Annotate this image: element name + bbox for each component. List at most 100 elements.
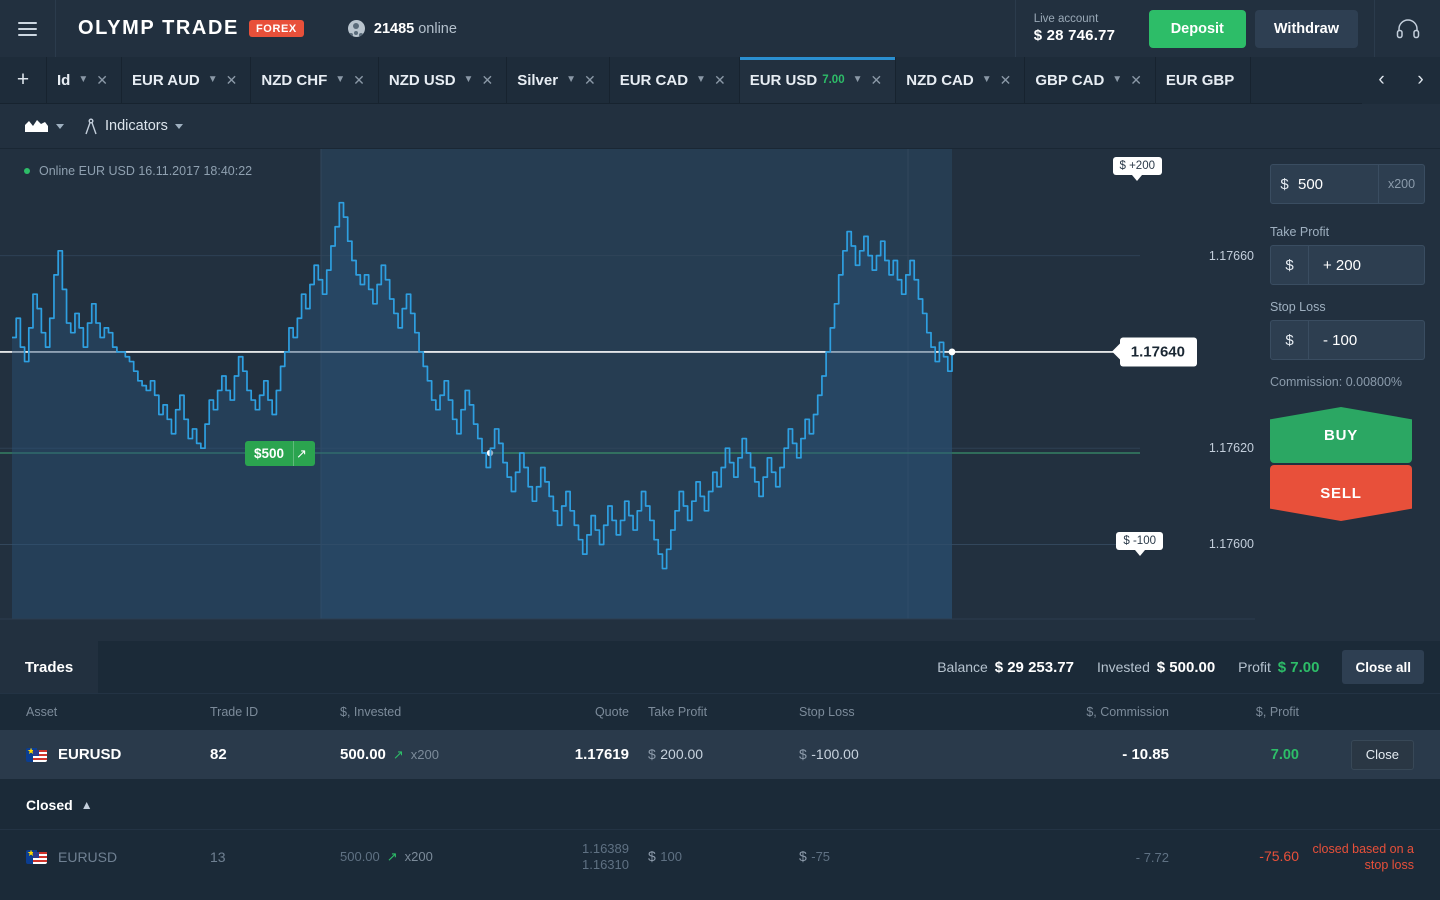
tab-list: Id ▼ ✕ EUR AUD ▼ ✕ NZD CHF ▼ ✕ NZD USD ▼ ✕ Silver ▼ ✕ E… [46,57,1252,103]
hamburger-line [18,21,37,24]
tab-scroll-left-icon[interactable]: ‹ [1362,56,1401,104]
tab-nzd-chf[interactable]: NZD CHF ▼ ✕ [251,57,379,103]
chevron-down-icon[interactable]: ▼ [208,75,218,85]
open-deal-marker[interactable]: $500 ↗ [245,441,315,467]
online-label: online [418,20,457,37]
chevron-down-icon[interactable]: ▼ [335,75,345,85]
top-bar-right: Live account $ 28 746.77 Deposit Withdra… [1014,0,1440,57]
close-icon[interactable]: ✕ [96,73,108,87]
cell-commission: - 10.85 [1122,746,1169,763]
close-trade-button[interactable]: Close [1350,739,1414,770]
chevron-down-icon[interactable]: ▼ [853,75,863,85]
column-header-invested: $, Invested [340,705,402,719]
indicators-selector[interactable]: Indicators [84,118,183,135]
chart-canvas [0,149,1255,620]
tab-trades[interactable]: Trades [0,641,98,693]
tab-gbp-cad[interactable]: GBP CAD ▼ ✕ [1025,57,1156,103]
stop-loss-field[interactable]: $ - 100 [1270,320,1425,360]
closed-trades-list: EURUSD13500.00↗x2001.163891.16310$ 100$ … [0,830,1440,885]
cell-actions: Close [1299,739,1440,770]
hamburger-menu-icon[interactable] [0,0,56,57]
closed-trades-toggle[interactable]: Closed ▲ [0,780,1440,830]
hamburger-line [18,27,37,30]
chevron-down-icon[interactable]: ▼ [464,75,474,85]
column-header-asset: Asset [26,705,58,719]
tab-label: EUR GBP [1165,71,1235,89]
open-trades-list: EURUSD82500.00↗x2001.17619$ 200.00$ -100… [0,730,1440,780]
tab-scroll-controls: ‹ › [1362,56,1440,104]
online-count-value: 21485 [373,20,415,37]
cell-commission: - 7.72 [1135,849,1169,865]
stop-loss-marker[interactable]: $ -100 [1116,531,1163,556]
sell-button[interactable]: SELL [1270,465,1412,521]
chevron-down-icon[interactable]: ▼ [982,75,992,85]
invested-label: Invested [1096,658,1150,675]
close-icon[interactable]: ✕ [481,73,493,87]
take-profit-input[interactable]: + 200 [1309,246,1424,284]
investment-amount-field[interactable]: $ 500 x200 [1270,164,1425,204]
account-balance[interactable]: Live account $ 28 746.77 [1014,0,1137,57]
price-axis-label: 1.17600 [1208,537,1254,552]
close-icon[interactable]: ✕ [226,73,238,87]
deposit-button[interactable]: Deposit [1148,9,1246,48]
balance-value: $ 29 253.77 [994,658,1074,676]
close-icon[interactable]: ✕ [584,73,596,87]
take-profit-field[interactable]: $ + 200 [1270,245,1425,285]
chevron-down-icon[interactable]: ▼ [78,75,88,85]
tab-label: GBP CAD [1035,71,1105,89]
asset-name: EURUSD [58,849,118,865]
deal-amount-label: $500 [254,446,285,462]
direction-up-icon: ↗ [392,747,404,762]
take-profit-label: Take Profit [1270,225,1330,239]
tab-label: Silver [517,71,559,89]
column-header-trade-id: Trade ID [210,705,259,719]
chevron-down-icon[interactable]: ▼ [696,75,706,85]
tab-id[interactable]: Id ▼ ✕ [46,57,122,103]
table-row[interactable]: EURUSD82500.00↗x2001.17619$ 200.00$ -100… [0,730,1440,780]
chart-type-selector[interactable] [24,117,64,135]
direction-up-icon: ↗ [386,849,398,864]
add-tab-button[interactable]: + [0,57,46,103]
tab-eur-aud[interactable]: EUR AUD ▼ ✕ [122,57,252,103]
account-actions: Deposit Withdraw [1137,0,1374,57]
close-icon[interactable]: ✕ [871,73,883,87]
cell-asset: EURUSD [0,746,210,763]
chevron-down-icon[interactable]: ▼ [1112,75,1122,85]
multiplier: x200 [410,747,439,762]
cell-asset: EURUSD [0,849,210,865]
close-icon[interactable]: ✕ [353,73,365,87]
close-icon[interactable]: ✕ [1000,73,1012,87]
withdraw-button[interactable]: Withdraw [1254,9,1358,48]
support-headset-icon[interactable] [1374,0,1440,57]
trades-table-header: Asset Trade ID $, Invested Quote Take Pr… [0,694,1440,730]
tab-silver[interactable]: Silver ▼ ✕ [507,57,610,103]
chart-status-text: Online EUR USD 16.11.2017 18:40:22 [39,164,253,178]
amount-input[interactable]: 500 [1298,165,1378,203]
close-all-button[interactable]: Close all [1342,650,1424,684]
chevron-down-icon[interactable]: ▼ [566,75,576,85]
commission-label: Commission: 0.00800% [1270,375,1403,389]
profit-value: $ 7.00 [1277,658,1320,676]
main-area: Online EUR USD 16.11.2017 18:40:22 1.176… [0,149,1440,641]
tab-eur-gbp[interactable]: EUR GBP [1156,57,1252,103]
table-row[interactable]: EURUSD13500.00↗x2001.163891.16310$ 100$ … [0,830,1440,885]
asset-name: EURUSD [58,746,122,763]
price-chart[interactable]: Online EUR USD 16.11.2017 18:40:22 1.176… [0,149,1255,641]
tab-label: Id [57,71,71,89]
stop-loss-input[interactable]: - 100 [1309,321,1424,359]
cell-quote: 1.17619 [574,746,629,763]
tab-nzd-usd[interactable]: NZD USD ▼ ✕ [379,57,508,103]
close-icon[interactable]: ✕ [714,73,726,87]
buy-button[interactable]: BUY [1270,407,1412,463]
asset-tab-bar: + Id ▼ ✕ EUR AUD ▼ ✕ NZD CHF ▼ ✕ NZD USD ▼ ✕ Silver ▼… [0,56,1440,104]
cell-invested: 500.00 ↗ x200 [340,849,433,864]
tab-nzd-cad[interactable]: NZD CAD ▼ ✕ [896,57,1026,103]
tab-scroll-right-icon[interactable]: › [1401,56,1440,104]
tab-eur-cad[interactable]: EUR CAD ▼ ✕ [610,57,740,103]
multiplier-value[interactable]: x200 [1378,165,1424,203]
take-profit-marker[interactable]: $ +200 [1112,157,1162,181]
tab-eur-usd[interactable]: EUR USD 7.00 ▼ ✕ [739,57,897,103]
close-icon[interactable]: ✕ [1130,73,1142,87]
brand-logo[interactable]: OLYMP TRADE FOREX [56,17,304,40]
profit-summary: Profit $ 7.00 [1238,659,1319,676]
